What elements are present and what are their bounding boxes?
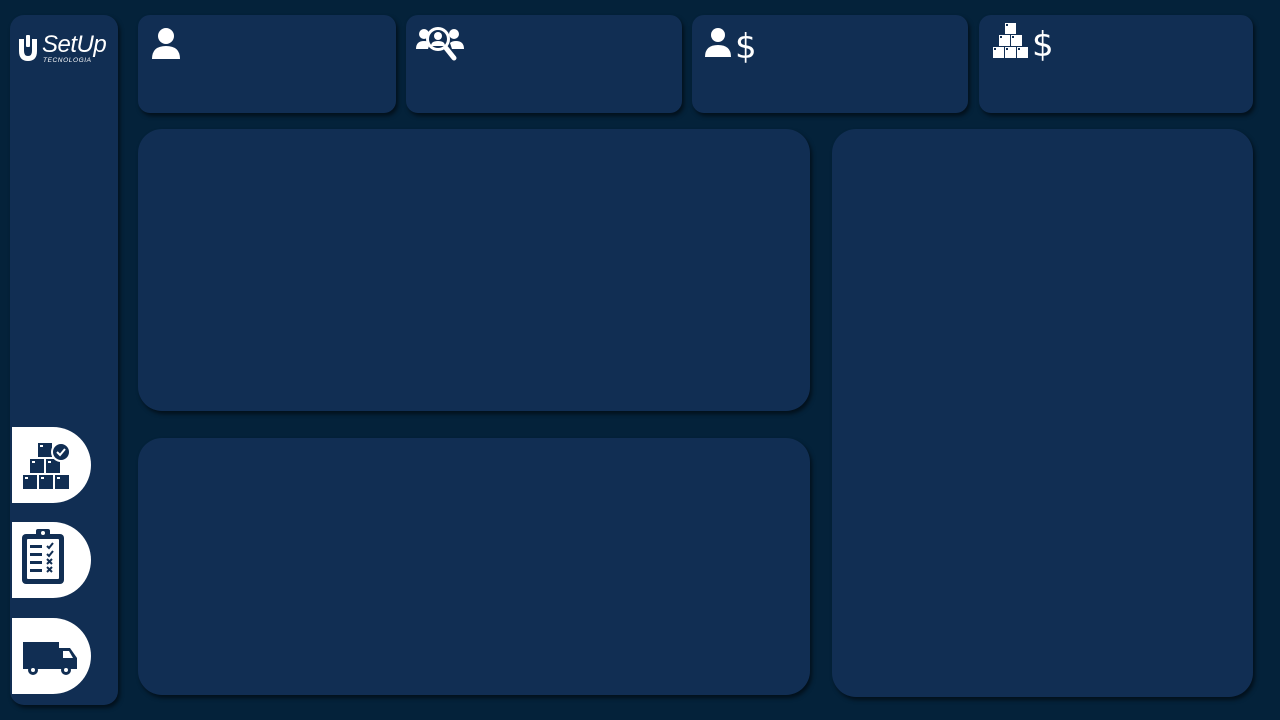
setup-logo[interactable]: SetUp TECNOLOGIA [16,31,112,67]
truck-icon [23,642,77,675]
panel-bottom-left [138,438,810,695]
clipboard-checklist-icon [22,529,64,584]
boxes-check-icon [23,442,71,489]
stock-check-button[interactable] [12,427,91,503]
svg-text:$: $ [1032,25,1054,62]
kpi-card-customers[interactable] [138,15,396,113]
setup-logo-mark-icon [19,35,37,61]
panel-top-left [138,129,810,411]
checklist-button[interactable] [12,522,91,598]
sidebar: SetUp TECNOLOGIA [10,15,118,705]
brand-tagline: TECNOLOGIA [43,57,92,64]
boxes-dollar-icon: $ [993,23,1054,62]
user-dollar-icon: $ [705,27,757,65]
kpi-card-prospects[interactable] [406,15,682,113]
user-icon [152,28,180,59]
panel-right [832,129,1253,697]
kpi-card-stock-value[interactable]: $ [979,15,1253,113]
kpi-card-customer-revenue[interactable]: $ [692,15,968,113]
delivery-button[interactable] [12,618,91,694]
dashboard-page: SetUp TECNOLOGIA $ $ [0,0,1280,720]
svg-text:$: $ [735,27,757,65]
brand-name: SetUp [42,31,107,58]
users-search-icon [416,27,464,61]
